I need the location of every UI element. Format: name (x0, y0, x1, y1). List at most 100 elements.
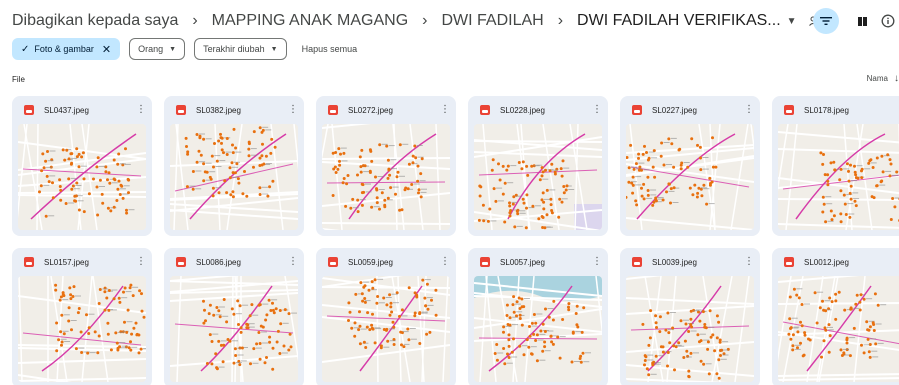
more-options-icon[interactable]: ⋮ (288, 257, 298, 267)
chip-type-label: Foto & gambar (34, 44, 94, 54)
more-options-icon[interactable]: ⋮ (744, 257, 754, 267)
image-file-icon (480, 105, 490, 115)
chip-modified-label: Terakhir diubah (203, 44, 265, 54)
grid-view-button[interactable] (849, 8, 875, 34)
map-thumbnail (18, 124, 146, 230)
file-card[interactable]: SL0227.jpeg ⋮ (620, 96, 760, 236)
file-card-header: SL0382.jpeg ⋮ (164, 96, 304, 124)
file-card-header: SL0437.jpeg ⋮ (12, 96, 152, 124)
image-file-icon (784, 105, 794, 115)
breadcrumb-shared-with-me[interactable]: Dibagikan kepada saya (12, 12, 178, 30)
image-file-icon (176, 257, 186, 267)
file-card[interactable]: SL0039.jpeg ⋮ (620, 248, 760, 385)
more-options-icon[interactable]: ⋮ (136, 257, 146, 267)
map-image (778, 276, 899, 382)
info-icon (881, 14, 895, 28)
chevron-right-icon: › (422, 12, 428, 29)
file-card[interactable]: SL0437.jpeg ⋮ (12, 96, 152, 236)
map-thumbnail (474, 124, 602, 230)
map-image (18, 124, 146, 230)
file-card[interactable]: SL0272.jpeg ⋮ (316, 96, 456, 236)
file-card-header: SL0227.jpeg ⋮ (620, 96, 760, 124)
sort-control[interactable]: Nama ↓ (867, 73, 899, 84)
file-name: SL0059.jpeg (348, 257, 393, 267)
chip-people-label: Orang (138, 44, 164, 54)
map-image (778, 124, 899, 230)
file-card[interactable]: SL0086.jpeg ⋮ (164, 248, 304, 385)
file-card-header: SL0272.jpeg ⋮ (316, 96, 456, 124)
check-icon: ✓ (21, 43, 30, 55)
chip-last-modified[interactable]: Terakhir diubah ▼ (194, 38, 287, 60)
sort-label: Nama (866, 74, 888, 83)
map-thumbnail (474, 276, 602, 382)
file-card-header: SL0039.jpeg ⋮ (620, 248, 760, 276)
file-card-header: SL0228.jpeg ⋮ (468, 96, 608, 124)
map-thumbnail (170, 124, 298, 230)
image-file-icon (24, 257, 34, 267)
info-button[interactable] (881, 8, 899, 34)
chevron-down-icon: ▼ (270, 45, 278, 53)
file-card[interactable]: SL0178.jpeg⋮ (772, 96, 899, 236)
file-card[interactable]: SL0228.jpeg ⋮ (468, 96, 608, 236)
file-name: SL0057.jpeg (500, 257, 545, 267)
map-image (322, 124, 450, 230)
image-file-icon (480, 257, 490, 267)
map-thumbnail (170, 276, 298, 382)
file-name: SL0272.jpeg (348, 105, 393, 115)
file-card-header: SL0059.jpeg ⋮ (316, 248, 456, 276)
image-file-icon (328, 257, 338, 267)
grid-view-icon (857, 16, 867, 26)
file-name: SL0178.jpeg (804, 105, 849, 115)
map-image (170, 276, 298, 382)
map-image (626, 124, 754, 230)
filter-icon (820, 17, 832, 25)
clear-all-filters-button[interactable]: Hapus semua (302, 44, 358, 54)
chevron-down-icon: ▼ (169, 45, 177, 53)
file-card-header: SL0178.jpeg⋮ (772, 96, 899, 124)
file-card[interactable]: SL0057.jpeg ⋮ (468, 248, 608, 385)
more-options-icon[interactable]: ⋮ (288, 105, 298, 115)
more-options-icon[interactable]: ⋮ (744, 105, 754, 115)
image-file-icon (24, 105, 34, 115)
map-image (474, 276, 602, 382)
map-thumbnail (626, 276, 754, 382)
file-card[interactable]: SL0059.jpeg ⋮ (316, 248, 456, 385)
more-options-icon[interactable]: ⋮ (440, 257, 450, 267)
breadcrumb-folder-mapping[interactable]: MAPPING ANAK MAGANG (212, 12, 408, 30)
top-right-toolbar (813, 8, 899, 34)
image-file-icon (632, 257, 642, 267)
breadcrumb-folder-dwi-fadilah[interactable]: DWI FADILAH (441, 12, 543, 30)
filter-chips: ✓ Foto & gambar ✕ Orang ▼ Terakhir diuba… (12, 38, 357, 60)
file-card-header: SL0086.jpeg ⋮ (164, 248, 304, 276)
image-file-icon (784, 257, 794, 267)
map-image (474, 124, 602, 230)
more-options-icon[interactable]: ⋮ (440, 105, 450, 115)
chip-type-images[interactable]: ✓ Foto & gambar ✕ (12, 38, 121, 60)
file-card-header: SL0157.jpeg ⋮ (12, 248, 152, 276)
more-options-icon[interactable]: ⋮ (136, 105, 146, 115)
filter-button[interactable] (813, 8, 839, 34)
map-thumbnail (322, 276, 450, 382)
image-file-icon (632, 105, 642, 115)
file-card[interactable]: SL0157.jpeg ⋮ (12, 248, 152, 385)
file-card[interactable]: SL0382.jpeg ⋮ (164, 96, 304, 236)
breadcrumb-current-folder[interactable]: DWI FADILAH VERIFIKAS... (577, 12, 781, 30)
chip-people[interactable]: Orang ▼ (129, 38, 186, 60)
more-options-icon[interactable]: ⋮ (592, 105, 602, 115)
file-name: SL0382.jpeg (196, 105, 241, 115)
chevron-down-icon[interactable]: ▼ (787, 16, 797, 27)
file-name: SL0039.jpeg (652, 257, 697, 267)
map-image (170, 124, 298, 230)
file-name: SL0437.jpeg (44, 105, 89, 115)
file-name: SL0228.jpeg (500, 105, 545, 115)
more-options-icon[interactable]: ⋮ (592, 257, 602, 267)
breadcrumb: Dibagikan kepada saya › MAPPING ANAK MAG… (12, 9, 821, 33)
map-thumbnail (18, 276, 146, 382)
close-icon[interactable]: ✕ (102, 43, 111, 56)
map-image (18, 276, 146, 382)
image-file-icon (328, 105, 338, 115)
file-name: SL0012.jpeg (804, 257, 849, 267)
file-card[interactable]: SL0012.jpeg⋮ (772, 248, 899, 385)
arrow-down-icon[interactable]: ↓ (894, 73, 899, 84)
file-name: SL0086.jpeg (196, 257, 241, 267)
